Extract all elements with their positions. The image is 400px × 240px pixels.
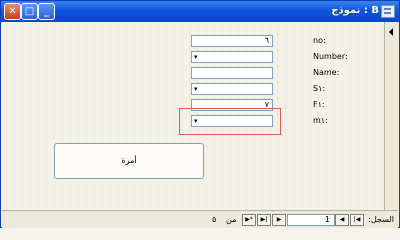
label-name: Name: [313, 68, 340, 77]
form-app-icon [381, 5, 395, 18]
no-value: ٦ [264, 36, 269, 45]
nav-of-text: من [226, 215, 237, 224]
prev-record-icon[interactable]: ◀ [335, 214, 349, 226]
label-m1: m١: [313, 116, 328, 125]
command-button[interactable]: أمرة [54, 143, 204, 179]
label-number: Number: [313, 52, 348, 61]
new-record-icon[interactable]: ▶* [242, 214, 256, 226]
number-combo[interactable]: ▾ [191, 51, 273, 63]
current-record-value: 1 [324, 215, 330, 224]
record-pointer-icon [389, 28, 393, 36]
label-s1: S١: [313, 84, 326, 93]
nav-record-label: السجل: [368, 215, 394, 224]
label-no: no: [313, 36, 326, 45]
label-f1: F١: [313, 100, 325, 109]
m1-highlight-box [179, 108, 281, 135]
record-navigation-bar: السجل: |◀ ◀ 1 ▶ ▶| ▶* من ٥ [2, 210, 398, 228]
name-field[interactable] [191, 67, 273, 79]
last-record-icon[interactable]: ▶| [257, 214, 271, 226]
close-icon[interactable]: ✕ [4, 3, 21, 20]
window-title: B : نموذج [331, 5, 379, 16]
minimize-icon[interactable]: _ [38, 3, 55, 20]
chevron-down-icon[interactable]: ▾ [194, 52, 198, 62]
maximize-icon[interactable]: □ [21, 3, 38, 20]
form-window: ✕ □ _ B : نموذج no: Number: Name: S١: F١… [0, 0, 400, 228]
next-record-icon[interactable]: ▶ [272, 214, 286, 226]
record-selector[interactable] [384, 22, 399, 210]
title-bar[interactable]: ✕ □ _ B : نموذج [1, 1, 399, 22]
current-record-input[interactable]: 1 [287, 214, 335, 226]
no-field[interactable]: ٦ [191, 35, 273, 47]
s1-combo[interactable]: ▾ [191, 83, 273, 95]
chevron-down-icon[interactable]: ▾ [194, 84, 198, 94]
first-record-icon[interactable]: |◀ [350, 214, 364, 226]
nav-total-count: ٥ [212, 215, 217, 224]
